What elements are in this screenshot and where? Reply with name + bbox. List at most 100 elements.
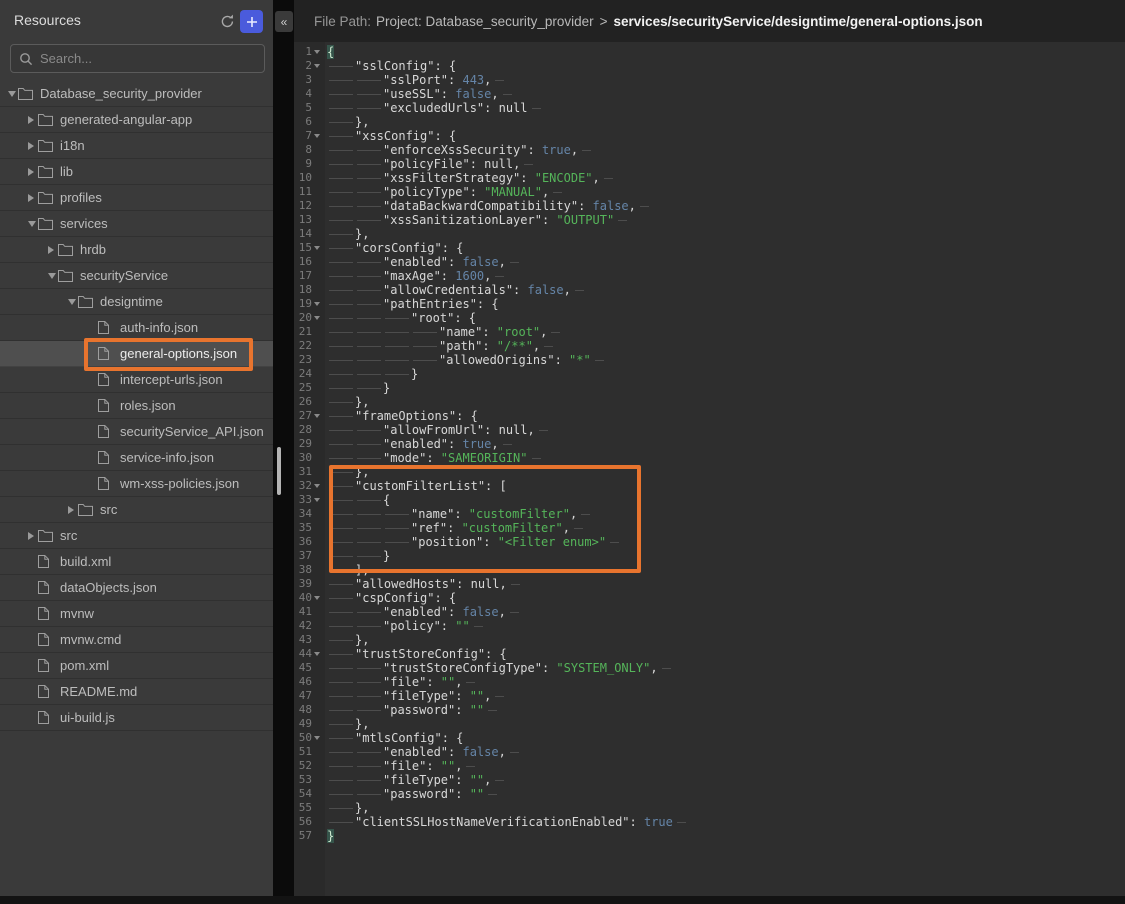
- chevron-right-icon[interactable]: [20, 116, 38, 124]
- code-line[interactable]: 9"policyFile": null,: [294, 157, 1125, 171]
- tree-item-roles-json[interactable]: roles.json: [0, 393, 273, 419]
- code-line[interactable]: 26},: [294, 395, 1125, 409]
- code-line[interactable]: 57}: [294, 829, 1125, 843]
- code-line[interactable]: 19"pathEntries": {: [294, 297, 1125, 311]
- code-line[interactable]: 30"mode": "SAMEORIGIN": [294, 451, 1125, 465]
- code-line[interactable]: 1{: [294, 45, 1125, 59]
- tree-item-wm-xss-policies-json[interactable]: wm-xss-policies.json: [0, 471, 273, 497]
- code-line[interactable]: 53"fileType": "",: [294, 773, 1125, 787]
- code-line[interactable]: 39"allowedHosts": null,: [294, 577, 1125, 591]
- refresh-icon[interactable]: [219, 13, 236, 30]
- tree-item-services[interactable]: services: [0, 211, 273, 237]
- fold-arrow-icon[interactable]: [312, 591, 322, 605]
- tree-item-lib[interactable]: lib: [0, 159, 273, 185]
- tree-scrollbar-thumb[interactable]: [277, 447, 281, 495]
- fold-arrow-icon[interactable]: [312, 45, 322, 59]
- tree-item-src[interactable]: src: [0, 523, 273, 549]
- tree-item-hrdb[interactable]: hrdb: [0, 237, 273, 263]
- code-line[interactable]: 47"fileType": "",: [294, 689, 1125, 703]
- code-line[interactable]: 52"file": "",: [294, 759, 1125, 773]
- code-line[interactable]: 41"enabled": false,: [294, 605, 1125, 619]
- code-line[interactable]: 42"policy": "": [294, 619, 1125, 633]
- code-line[interactable]: 14},: [294, 227, 1125, 241]
- code-editor[interactable]: 1{2"sslConfig": {3"sslPort": 443,4"useSS…: [294, 42, 1125, 896]
- chevron-right-icon[interactable]: [20, 532, 38, 540]
- fold-arrow-icon[interactable]: [312, 731, 322, 745]
- tree-item-dataobjects-json[interactable]: dataObjects.json: [0, 575, 273, 601]
- code-line[interactable]: 12"dataBackwardCompatibility": false,: [294, 199, 1125, 213]
- code-line[interactable]: 37}: [294, 549, 1125, 563]
- code-line[interactable]: 51"enabled": false,: [294, 745, 1125, 759]
- tree-item-securityservice-api-json[interactable]: securityService_API.json: [0, 419, 273, 445]
- code-line[interactable]: 11"policyType": "MANUAL",: [294, 185, 1125, 199]
- code-line[interactable]: 48"password": "": [294, 703, 1125, 717]
- code-line[interactable]: 16"enabled": false,: [294, 255, 1125, 269]
- tree-item-readme-md[interactable]: README.md: [0, 679, 273, 705]
- code-line[interactable]: 36"position": "<Filter enum>": [294, 535, 1125, 549]
- fold-arrow-icon[interactable]: [312, 241, 322, 255]
- code-line[interactable]: 34"name": "customFilter",: [294, 507, 1125, 521]
- code-line[interactable]: 43},: [294, 633, 1125, 647]
- tree-item-build-xml[interactable]: build.xml: [0, 549, 273, 575]
- code-line[interactable]: 45"trustStoreConfigType": "SYSTEM_ONLY",: [294, 661, 1125, 675]
- search-box[interactable]: [10, 44, 265, 73]
- code-line[interactable]: 27"frameOptions": {: [294, 409, 1125, 423]
- chevron-down-icon[interactable]: [20, 221, 38, 227]
- fold-arrow-icon[interactable]: [312, 59, 322, 73]
- code-line[interactable]: 35"ref": "customFilter",: [294, 521, 1125, 535]
- code-line[interactable]: 49},: [294, 717, 1125, 731]
- code-line[interactable]: 13"xssSanitizationLayer": "OUTPUT": [294, 213, 1125, 227]
- code-line[interactable]: 33{: [294, 493, 1125, 507]
- code-line[interactable]: 15"corsConfig": {: [294, 241, 1125, 255]
- fold-arrow-icon[interactable]: [312, 479, 322, 493]
- code-line[interactable]: 32"customFilterList": [: [294, 479, 1125, 493]
- chevron-right-icon[interactable]: [20, 142, 38, 150]
- code-line[interactable]: 28"allowFromUrl": null,: [294, 423, 1125, 437]
- tree-item-auth-info-json[interactable]: auth-info.json: [0, 315, 273, 341]
- chevron-right-icon[interactable]: [20, 168, 38, 176]
- add-button[interactable]: [240, 10, 263, 33]
- code-line[interactable]: 7"xssConfig": {: [294, 129, 1125, 143]
- code-line[interactable]: 29"enabled": true,: [294, 437, 1125, 451]
- fold-arrow-icon[interactable]: [312, 129, 322, 143]
- tree-item-mvnw-cmd[interactable]: mvnw.cmd: [0, 627, 273, 653]
- code-line[interactable]: 23"allowedOrigins": "*": [294, 353, 1125, 367]
- code-line[interactable]: 8"enforceXssSecurity": true,: [294, 143, 1125, 157]
- chevron-right-icon[interactable]: [60, 506, 78, 514]
- code-line[interactable]: 40"cspConfig": {: [294, 591, 1125, 605]
- chevron-right-icon[interactable]: [40, 246, 58, 254]
- chevron-right-icon[interactable]: [20, 194, 38, 202]
- code-line[interactable]: 31},: [294, 465, 1125, 479]
- fold-arrow-icon[interactable]: [312, 297, 322, 311]
- fold-arrow-icon[interactable]: [312, 647, 322, 661]
- code-line[interactable]: 25}: [294, 381, 1125, 395]
- chevron-down-icon[interactable]: [40, 273, 58, 279]
- tree-item-generated-angular-app[interactable]: generated-angular-app: [0, 107, 273, 133]
- tree-item-i18n[interactable]: i18n: [0, 133, 273, 159]
- code-line[interactable]: 55},: [294, 801, 1125, 815]
- code-line[interactable]: 6},: [294, 115, 1125, 129]
- chevron-down-icon[interactable]: [60, 299, 78, 305]
- fold-arrow-icon[interactable]: [312, 409, 322, 423]
- tree-item-src[interactable]: src: [0, 497, 273, 523]
- tree-item-database-security-provider[interactable]: Database_security_provider: [0, 81, 273, 107]
- search-input[interactable]: [40, 51, 256, 66]
- tree-item-designtime[interactable]: designtime: [0, 289, 273, 315]
- code-line[interactable]: 54"password": "": [294, 787, 1125, 801]
- tree-item-mvnw[interactable]: mvnw: [0, 601, 273, 627]
- tree-item-securityservice[interactable]: securityService: [0, 263, 273, 289]
- fold-arrow-icon[interactable]: [312, 493, 322, 507]
- code-line[interactable]: 5"excludedUrls": null: [294, 101, 1125, 115]
- code-line[interactable]: 3"sslPort": 443,: [294, 73, 1125, 87]
- tree-item-service-info-json[interactable]: service-info.json: [0, 445, 273, 471]
- code-line[interactable]: 10"xssFilterStrategy": "ENCODE",: [294, 171, 1125, 185]
- collapse-sidebar-button[interactable]: «: [275, 11, 293, 32]
- code-line[interactable]: 22"path": "/**",: [294, 339, 1125, 353]
- code-line[interactable]: 18"allowCredentials": false,: [294, 283, 1125, 297]
- code-line[interactable]: 24}: [294, 367, 1125, 381]
- code-line[interactable]: 21"name": "root",: [294, 325, 1125, 339]
- tree-item-general-options-json[interactable]: general-options.json: [0, 341, 273, 367]
- tree-item-ui-build-js[interactable]: ui-build.js: [0, 705, 273, 731]
- code-line[interactable]: 56"clientSSLHostNameVerificationEnabled"…: [294, 815, 1125, 829]
- code-line[interactable]: 38],: [294, 563, 1125, 577]
